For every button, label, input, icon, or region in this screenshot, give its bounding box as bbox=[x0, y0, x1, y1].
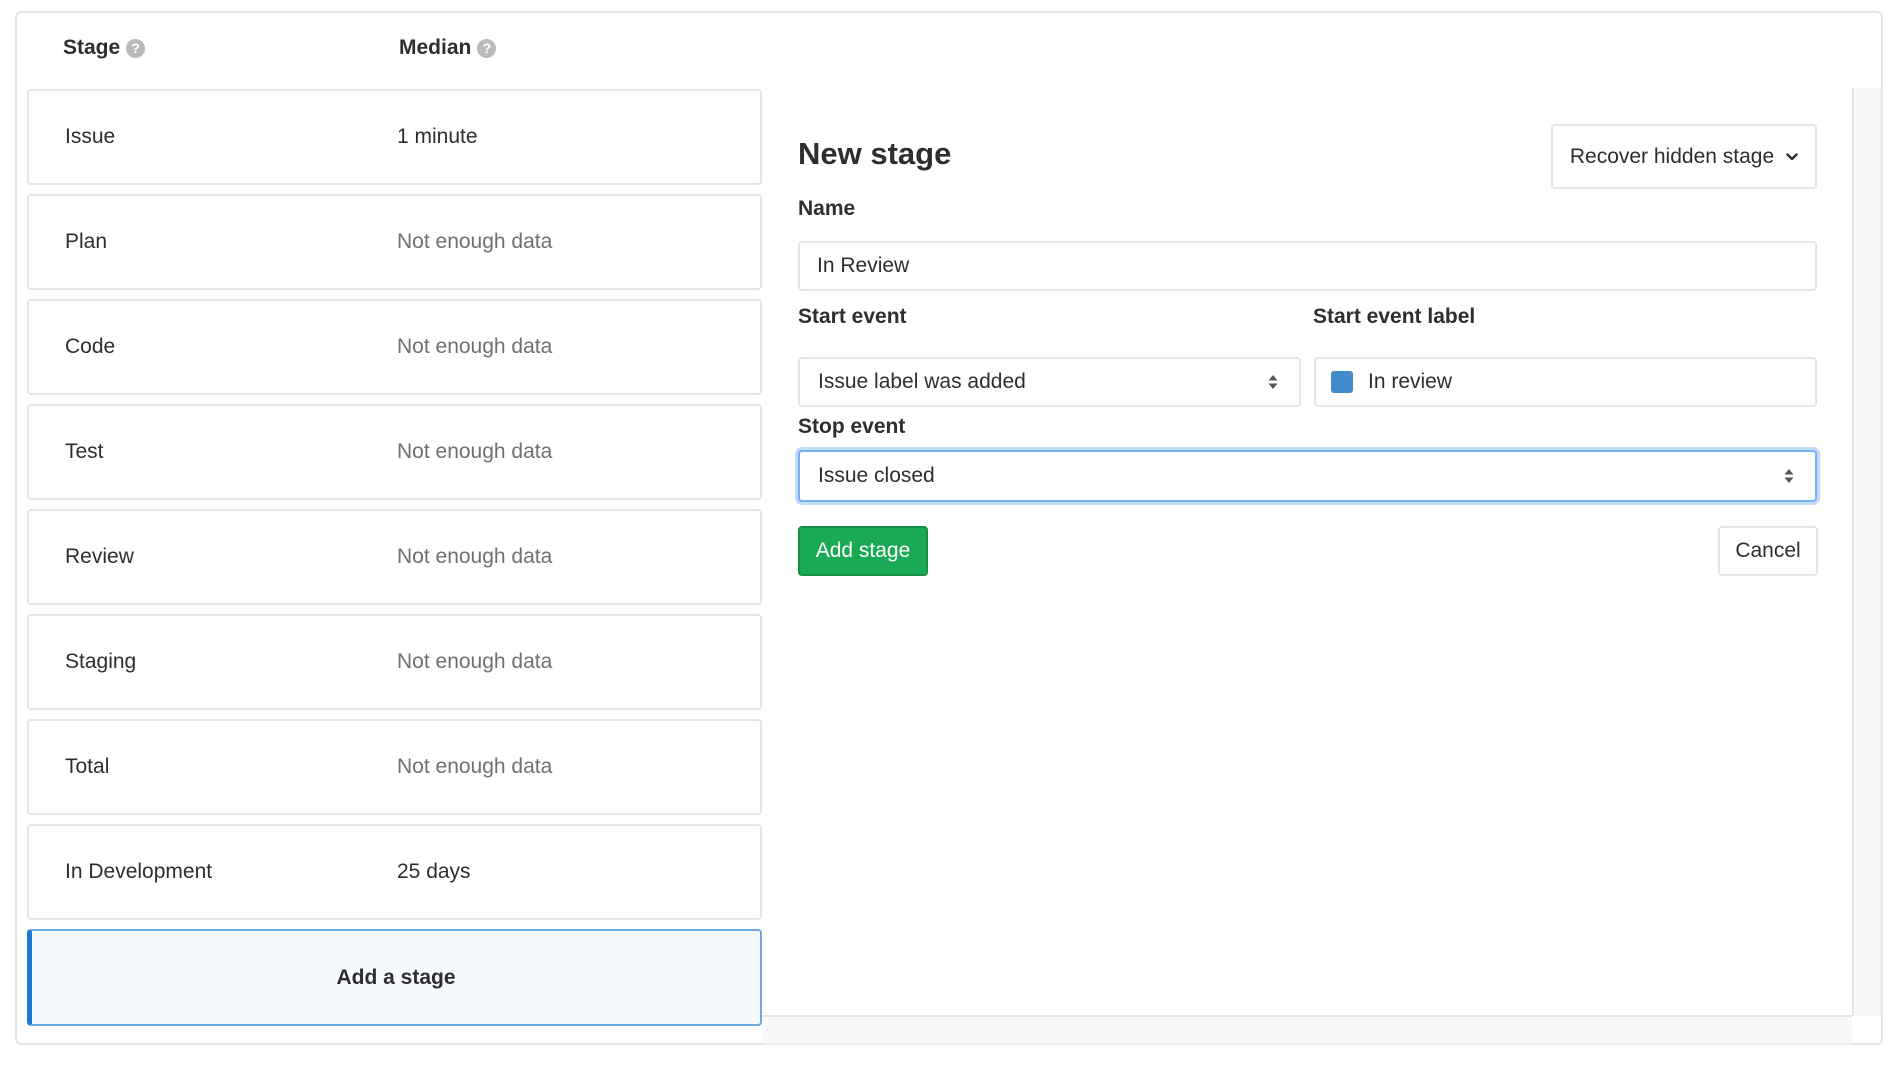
help-icon[interactable]: ? bbox=[477, 38, 497, 58]
median-column-header: Median ? bbox=[399, 36, 497, 60]
start-event-label-label: Start event label bbox=[1313, 305, 1476, 328]
help-icon[interactable]: ? bbox=[126, 38, 146, 58]
form-title: New stage bbox=[798, 136, 952, 171]
stage-median: Not enough data bbox=[397, 755, 553, 778]
name-input[interactable]: In Review bbox=[798, 241, 1817, 291]
start-event-label-select[interactable]: In review bbox=[1314, 357, 1817, 407]
stage-item-review[interactable]: Review Not enough data bbox=[27, 509, 762, 605]
recover-hidden-stage-dropdown[interactable]: Recover hidden stage bbox=[1551, 124, 1817, 189]
start-event-label: Start event bbox=[798, 305, 907, 328]
stage-median: Not enough data bbox=[397, 650, 553, 673]
cancel-button[interactable]: Cancel bbox=[1718, 526, 1818, 576]
stage-header-label: Stage bbox=[63, 36, 121, 59]
add-a-stage-label: Add a stage bbox=[336, 965, 456, 989]
stage-name: Plan bbox=[65, 230, 108, 253]
stage-name: Issue bbox=[65, 125, 116, 148]
stage-name: In Development bbox=[65, 860, 213, 883]
select-arrows-icon bbox=[1784, 469, 1794, 483]
stop-event-label: Stop event bbox=[798, 415, 906, 438]
add-stage-button-label: Add stage bbox=[815, 539, 911, 562]
stage-item-code[interactable]: Code Not enough data bbox=[27, 299, 762, 395]
stage-name: Review bbox=[65, 545, 134, 568]
stage-median: 25 days bbox=[397, 860, 471, 883]
stage-item-in-development[interactable]: In Development 25 days bbox=[27, 824, 762, 920]
stop-event-select[interactable]: Issue closed bbox=[798, 450, 1817, 502]
stage-median: Not enough data bbox=[397, 230, 553, 253]
start-event-value: Issue label was added bbox=[818, 370, 1026, 393]
horizontal-scrollbar[interactable] bbox=[762, 1015, 1852, 1045]
select-arrows-icon bbox=[1268, 375, 1278, 389]
stage-median: Not enough data bbox=[397, 545, 553, 568]
stage-column-header: Stage ? bbox=[63, 36, 146, 60]
chevron-down-icon bbox=[1786, 152, 1798, 160]
name-input-value: In Review bbox=[817, 254, 910, 277]
vertical-scrollbar[interactable] bbox=[1852, 88, 1882, 1016]
add-a-stage-item[interactable]: Add a stage bbox=[27, 929, 762, 1026]
add-stage-button[interactable]: Add stage bbox=[798, 526, 928, 576]
stage-item-staging[interactable]: Staging Not enough data bbox=[27, 614, 762, 710]
label-color-swatch bbox=[1331, 371, 1353, 393]
stage-name: Staging bbox=[65, 650, 137, 673]
start-event-select[interactable]: Issue label was added bbox=[798, 357, 1301, 407]
recover-hidden-stage-label: Recover hidden stage bbox=[1569, 144, 1775, 168]
stage-item-plan[interactable]: Plan Not enough data bbox=[27, 194, 762, 290]
start-event-label-value: In review bbox=[1368, 370, 1453, 393]
stage-name: Code bbox=[65, 335, 116, 358]
stage-median: Not enough data bbox=[397, 335, 553, 358]
stage-item-issue[interactable]: Issue 1 minute bbox=[27, 89, 762, 185]
stage-name: Total bbox=[65, 755, 110, 778]
stage-median: 1 minute bbox=[397, 125, 478, 148]
stage-item-total[interactable]: Total Not enough data bbox=[27, 719, 762, 815]
median-header-label: Median bbox=[399, 36, 472, 59]
stage-list: Issue 1 minute Plan Not enough data Code… bbox=[27, 89, 762, 1026]
stage-item-test[interactable]: Test Not enough data bbox=[27, 404, 762, 500]
name-label: Name bbox=[798, 197, 856, 220]
cancel-button-label: Cancel bbox=[1735, 539, 1801, 562]
stop-event-value: Issue closed bbox=[818, 464, 935, 487]
stage-name: Test bbox=[65, 440, 104, 463]
stage-median: Not enough data bbox=[397, 440, 553, 463]
